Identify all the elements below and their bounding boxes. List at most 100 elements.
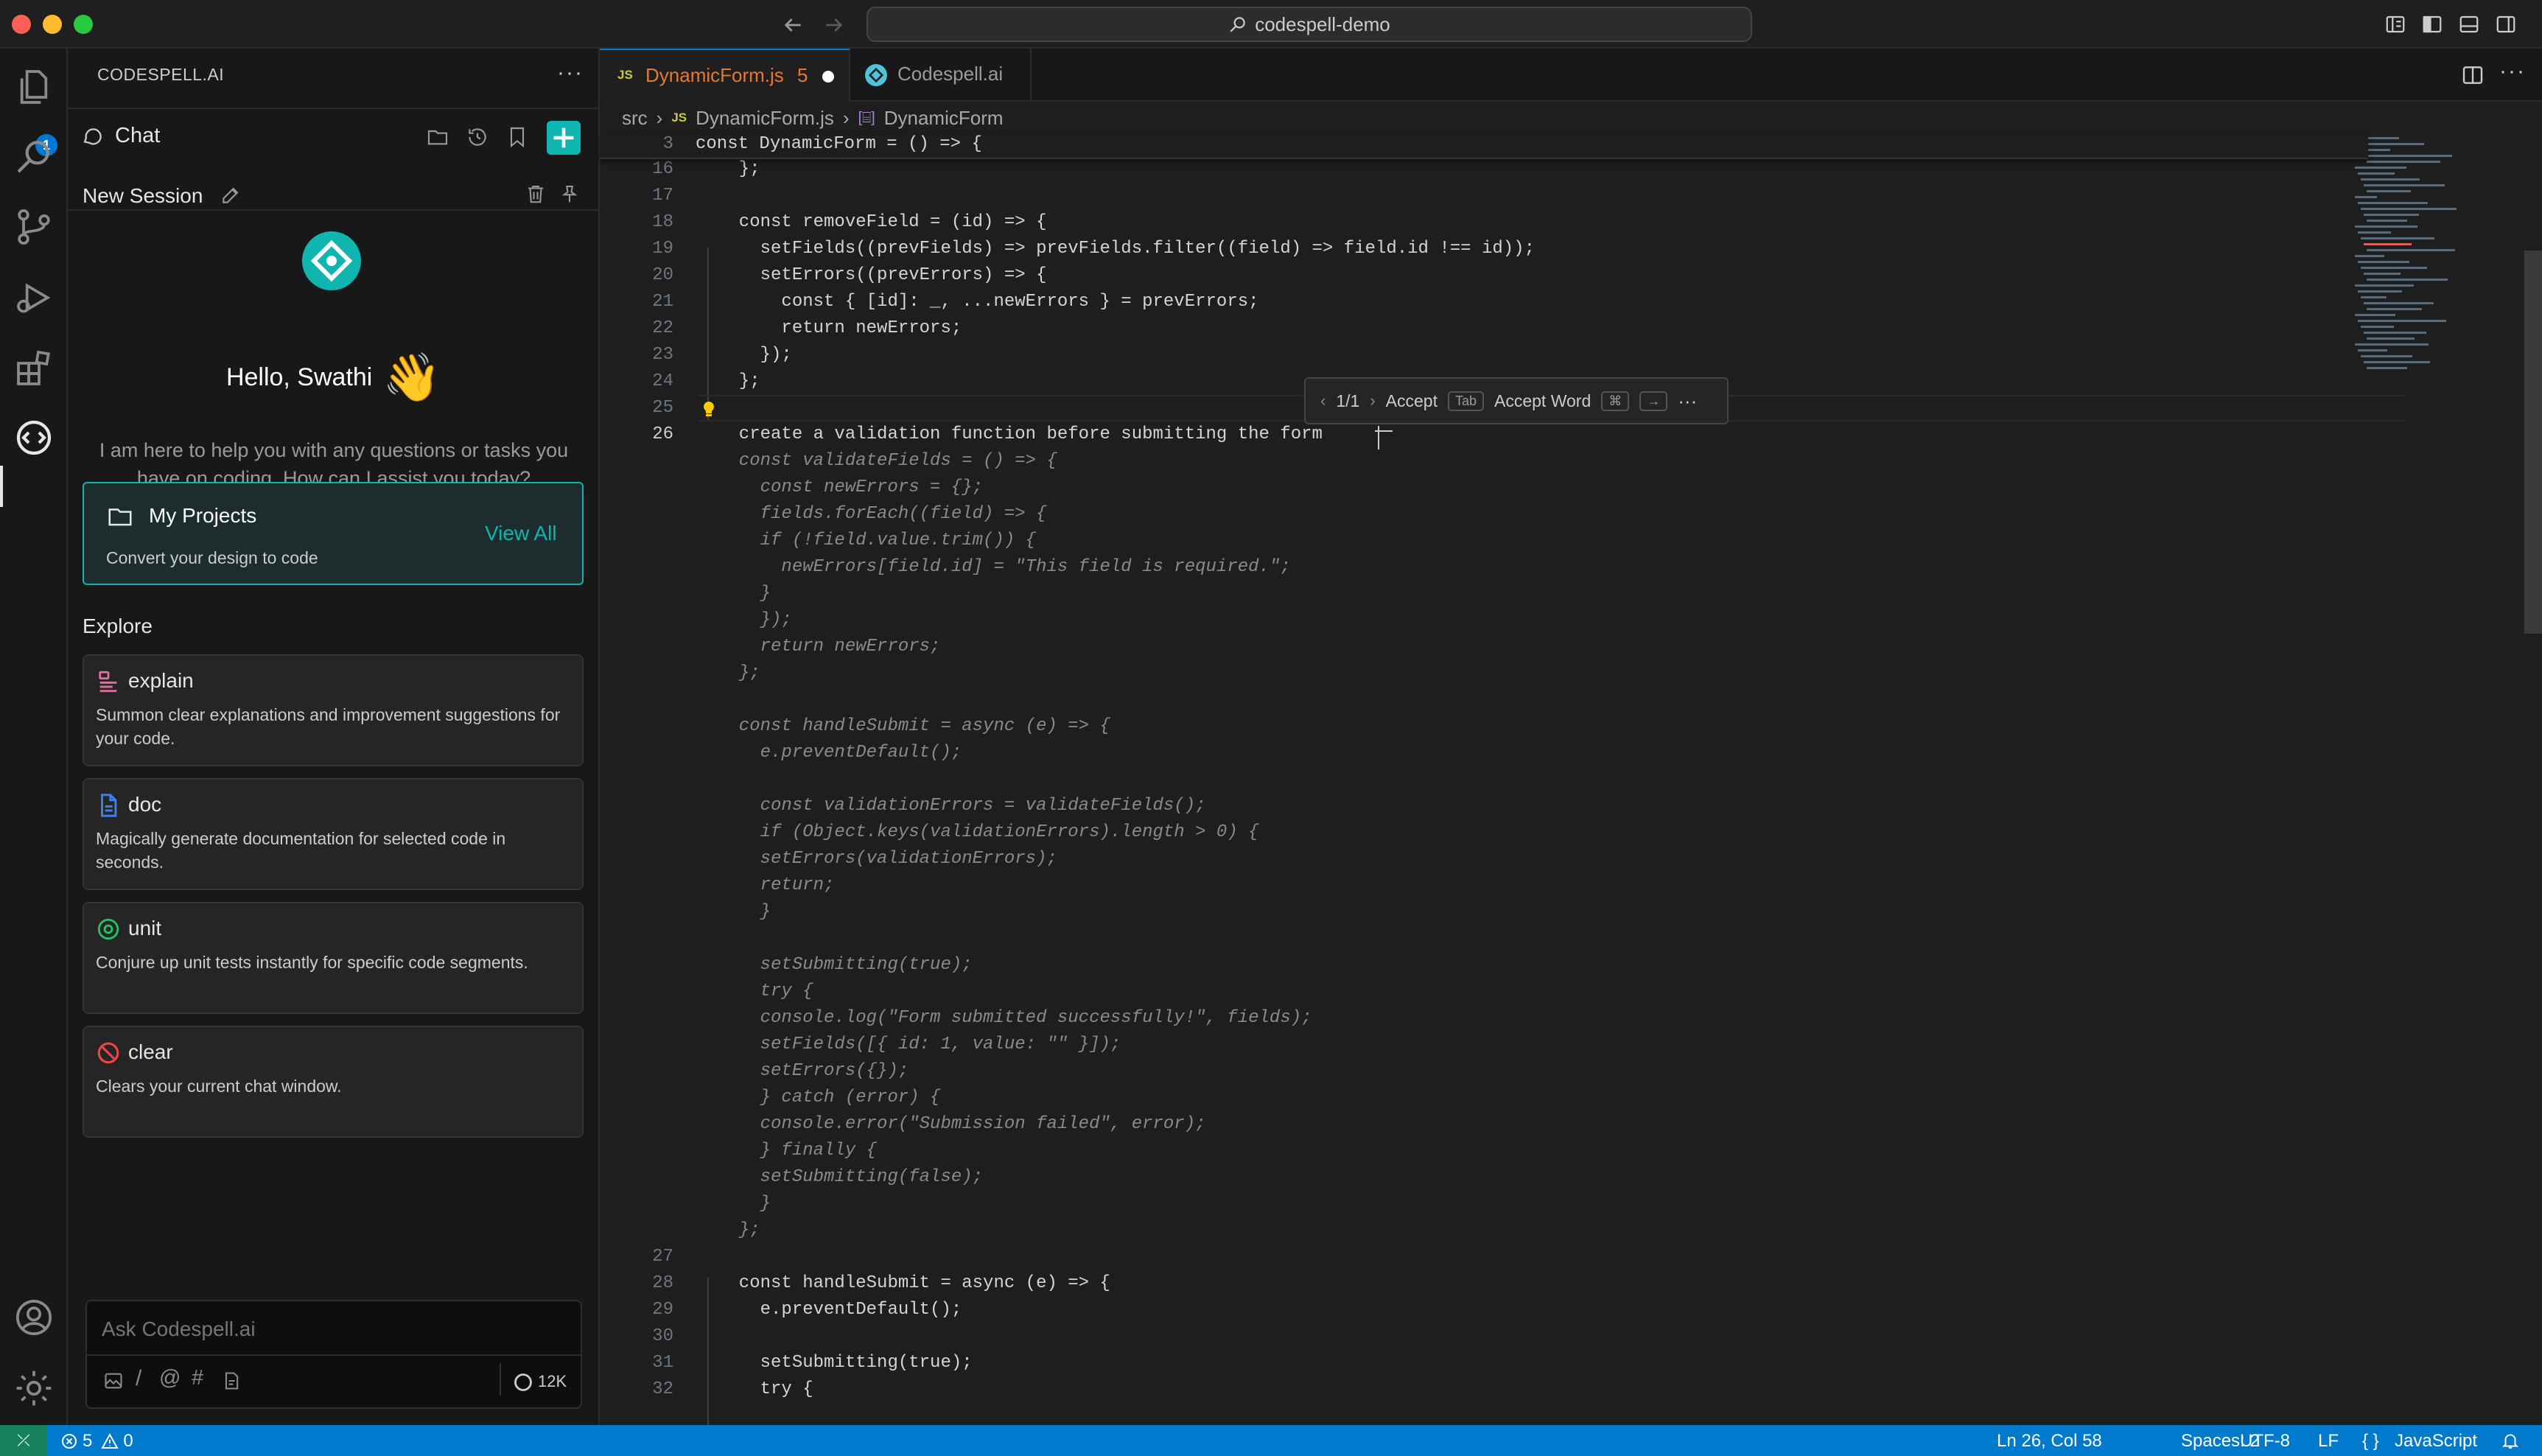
mention-icon[interactable]: @ — [159, 1366, 181, 1390]
session-title: New Session — [83, 184, 203, 207]
input-separator — [500, 1363, 501, 1396]
edit-icon[interactable] — [220, 183, 243, 206]
search-icon[interactable] — [13, 136, 55, 177]
toggle-secondary-sidebar-icon[interactable] — [2495, 13, 2517, 35]
tab-codespell-ai[interactable]: Codespell.ai — [850, 49, 1032, 102]
settings-gear-icon[interactable] — [13, 1368, 55, 1409]
split-editor-icon[interactable] — [2461, 63, 2485, 87]
accounts-icon[interactable] — [13, 1297, 55, 1338]
code-text: const { [id]: _, ...newErrors } = prevEr… — [718, 292, 1259, 312]
language-braces-icon: { } — [2362, 1431, 2379, 1451]
chat-input[interactable] — [102, 1312, 559, 1347]
explore-card-unit[interactable]: unit Conjure up unit tests instantly for… — [83, 902, 584, 1014]
remote-indicator-icon[interactable]: ⤫ — [0, 1425, 47, 1456]
folder-icon[interactable] — [426, 125, 449, 149]
accept-button[interactable]: Accept — [1386, 391, 1438, 411]
command-center-search[interactable]: codespell-demo — [866, 7, 1752, 42]
indent-guide — [707, 248, 709, 420]
ghost-suggestion-line: return; — [718, 875, 835, 895]
trash-icon[interactable] — [525, 183, 547, 205]
maximize-window-button[interactable] — [74, 15, 93, 34]
title-bar: codespell-demo — [0, 0, 2542, 49]
warning-icon — [101, 1432, 119, 1450]
accept-word-button[interactable]: Accept Word — [1494, 391, 1591, 411]
back-arrow-icon[interactable] — [781, 13, 805, 37]
code-text: }; — [718, 371, 760, 391]
explore-card-doc[interactable]: doc Magically generate documentation for… — [83, 778, 584, 890]
close-window-button[interactable] — [12, 15, 31, 34]
minimap-line — [2367, 190, 2411, 192]
notifications-bell-icon[interactable] — [2501, 1431, 2520, 1450]
ghost-suggestion-line: } — [718, 902, 771, 922]
minimap-line — [2358, 320, 2446, 322]
minimap-line — [2364, 214, 2419, 216]
my-projects-card[interactable]: My Projects Convert your design to code … — [83, 482, 584, 585]
toggle-primary-sidebar-icon[interactable] — [2421, 13, 2443, 35]
editor-more-actions-icon[interactable]: ··· — [2499, 59, 2526, 84]
problems-indicator[interactable]: 5 0 — [60, 1431, 133, 1452]
language-mode[interactable]: JavaScript — [2395, 1431, 2477, 1452]
code-text: setSubmitting(true); — [718, 1353, 973, 1373]
code-text: const removeField = (id) => { — [718, 212, 1047, 232]
editor-scrollbar[interactable] — [2524, 251, 2542, 634]
explorer-icon[interactable] — [13, 66, 55, 108]
slash-command-icon[interactable]: / — [136, 1366, 141, 1391]
extensions-icon[interactable] — [13, 348, 55, 389]
previous-suggestion-icon[interactable]: ‹ — [1320, 391, 1326, 410]
token-usage-icon — [513, 1372, 533, 1393]
breadcrumb-file[interactable]: DynamicForm.js — [696, 107, 834, 130]
accept-shortcut: Tab — [1447, 391, 1484, 411]
minimap-line — [2358, 261, 2409, 263]
minimap-line — [2364, 302, 2434, 304]
explore-desc-doc: Magically generate documentation for sel… — [96, 829, 506, 872]
new-chat-button[interactable] — [547, 121, 581, 155]
lightbulb-icon[interactable] — [700, 399, 718, 419]
cursor-position[interactable]: Ln 26, Col 58 — [1997, 1431, 2102, 1452]
projects-title: My Projects — [149, 504, 257, 527]
unsaved-dot-icon[interactable] — [822, 71, 834, 83]
attach-file-icon[interactable] — [221, 1371, 242, 1391]
code-text: e.preventDefault(); — [718, 1300, 962, 1320]
view-all-link[interactable]: View All — [485, 522, 557, 545]
minimap-line — [2364, 332, 2426, 334]
window-title: codespell-demo — [1255, 13, 1390, 35]
chat-input-box[interactable]: / @ # 12K — [85, 1300, 582, 1409]
ghost-suggestion-line: const handleSubmit = async (e) => { — [718, 716, 1110, 736]
end-of-line[interactable]: LF — [2318, 1431, 2339, 1452]
explore-card-explain[interactable]: explain Summon clear explanations and im… — [83, 654, 584, 766]
explore-card-clear[interactable]: clear Clears your current chat window. — [83, 1026, 584, 1138]
codespell-icon[interactable] — [13, 417, 55, 458]
bookmark-icon[interactable] — [505, 125, 529, 149]
run-and-debug-icon[interactable] — [13, 277, 55, 318]
minimap-line — [2367, 337, 2415, 340]
breadcrumb: src › JS DynamicForm.js › [⌸] DynamicFor… — [622, 105, 1004, 131]
minimize-window-button[interactable] — [43, 15, 62, 34]
image-icon[interactable] — [103, 1371, 124, 1391]
hashtag-icon[interactable]: # — [192, 1366, 203, 1390]
file-encoding[interactable]: UTF-8 — [2240, 1431, 2290, 1452]
codespell-logo-icon — [302, 231, 361, 290]
more-options-icon[interactable]: ··· — [1678, 390, 1697, 413]
pin-icon[interactable] — [559, 183, 581, 205]
customize-layout-icon[interactable] — [2384, 13, 2406, 35]
chevron-right-icon: › — [842, 106, 850, 129]
minimap-line — [2367, 220, 2407, 222]
symbol-icon: [⌸] — [858, 109, 875, 126]
toggle-panel-icon[interactable] — [2458, 13, 2480, 35]
forward-arrow-icon[interactable] — [822, 13, 846, 37]
sticky-line: const DynamicForm = () => { — [696, 134, 982, 154]
line-number: 29 — [652, 1300, 673, 1320]
tab-dynamicform-js[interactable]: JS DynamicForm.js 5 — [600, 49, 850, 102]
breadcrumb-symbol[interactable]: DynamicForm — [884, 107, 1004, 130]
minimap[interactable] — [2347, 133, 2479, 383]
source-control-icon[interactable] — [13, 206, 55, 248]
code-editor[interactable]: 3 const DynamicForm = () => { 16 }; 17 18 … — [600, 133, 2405, 1425]
line-number: 25 — [652, 398, 673, 418]
breadcrumb-folder[interactable]: src — [622, 107, 648, 130]
explain-icon — [96, 669, 121, 694]
sticky-scroll-header[interactable]: 3 const DynamicForm = () => { — [600, 133, 2368, 159]
history-icon[interactable] — [466, 125, 489, 149]
line-number: 27 — [652, 1247, 673, 1267]
more-actions-icon[interactable]: ··· — [557, 60, 584, 85]
next-suggestion-icon[interactable]: › — [1370, 391, 1375, 410]
